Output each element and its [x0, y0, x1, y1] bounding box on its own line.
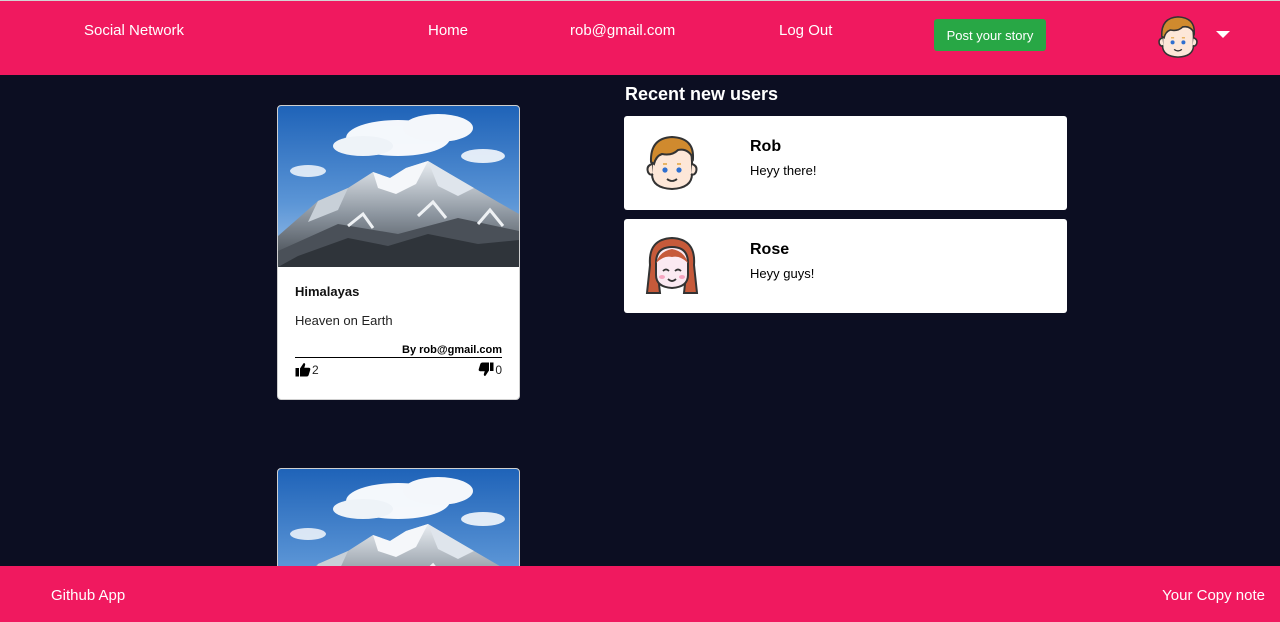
post-body: Himalayas Heaven on Earth By rob@gmail.c… [278, 267, 519, 382]
user-card[interactable]: Rose Heyy guys! [624, 219, 1067, 313]
user-name: Rob [750, 138, 782, 155]
thumbs-up-icon [295, 363, 311, 377]
footer-app-name: Github App [51, 587, 126, 604]
dislike-count: 0 [495, 362, 502, 377]
logout-link[interactable]: Log Out [779, 22, 832, 39]
post-description: Heaven on Earth [295, 313, 393, 328]
boy-avatar-icon [642, 132, 702, 194]
post-author: By rob@gmail.com [295, 344, 502, 358]
profile-avatar-icon[interactable] [1150, 13, 1206, 61]
footer-copy-note: Your Copy note [1162, 587, 1265, 604]
caret-down-icon[interactable] [1214, 28, 1232, 40]
like-count: 2 [312, 362, 319, 377]
post-card: Himalayas Heaven on Earth By rob@gmail.c… [277, 105, 520, 400]
user-status: Heyy there! [750, 163, 817, 178]
mountain-photo [278, 106, 519, 267]
like-button[interactable]: 2 [295, 362, 319, 377]
recent-users-heading: Recent new users [625, 84, 779, 104]
brand-link[interactable]: Social Network [84, 22, 184, 39]
user-email-link[interactable]: rob@gmail.com [570, 22, 675, 39]
footer: Github App Your Copy note [0, 566, 1280, 622]
user-name: Rose [750, 241, 790, 258]
post-title: Himalayas [295, 284, 360, 299]
user-card[interactable]: Rob Heyy there! [624, 116, 1067, 210]
post-actions: 2 0 [295, 362, 502, 382]
home-link[interactable]: Home [428, 22, 468, 39]
thumbs-down-icon [478, 362, 494, 376]
navbar: Social Network Home rob@gmail.com Log Ou… [0, 0, 1280, 75]
dislike-button[interactable]: 0 [478, 362, 502, 377]
post-story-button[interactable]: Post your story [934, 19, 1046, 51]
girl-avatar-icon [642, 235, 702, 297]
user-status: Heyy guys! [750, 266, 815, 281]
